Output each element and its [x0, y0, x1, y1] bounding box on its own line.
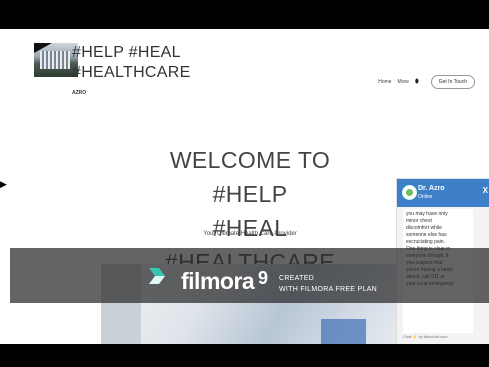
watermark-line1: CREATED	[279, 275, 315, 282]
watermark-version: 9	[258, 268, 269, 288]
watermark-brand: filmora	[181, 268, 255, 294]
chat-agent-name: Dr. Azro	[418, 185, 445, 192]
site-title[interactable]: #HELP #HEAL #HEALTHCARE	[72, 43, 191, 83]
chat-header[interactable]: Dr. Azro Online X	[397, 179, 489, 207]
filmora-logo-icon	[149, 268, 165, 284]
hero-subtitle: Your Ultimate Health Care Provider	[203, 231, 297, 237]
chat-status: Online	[418, 194, 433, 200]
top-nav: Home More ⬮ Get In Touch	[378, 75, 475, 89]
screen-frame: ▶ #HELP #HEAL #HEALTHCARE AZRO Home More…	[0, 0, 489, 367]
chat-footer[interactable]: Chat ⚡ by tidiochat.com	[403, 334, 448, 339]
chat-close-button[interactable]: X	[483, 186, 488, 195]
get-in-touch-button[interactable]: Get In Touch	[430, 75, 475, 89]
letterbox-top	[0, 0, 489, 29]
site-subtitle: AZRO	[72, 90, 87, 96]
arrow-right-icon: ▶	[0, 179, 7, 189]
letterbox-bottom	[0, 344, 489, 367]
location-pin-icon[interactable]: ⬮	[415, 79, 419, 86]
doctor-avatar-icon	[402, 185, 417, 200]
nav-home[interactable]: Home	[378, 79, 391, 85]
watermark-line2: WITH FILMORA FREE PLAN	[279, 286, 377, 293]
nav-more[interactable]: More	[398, 79, 409, 85]
